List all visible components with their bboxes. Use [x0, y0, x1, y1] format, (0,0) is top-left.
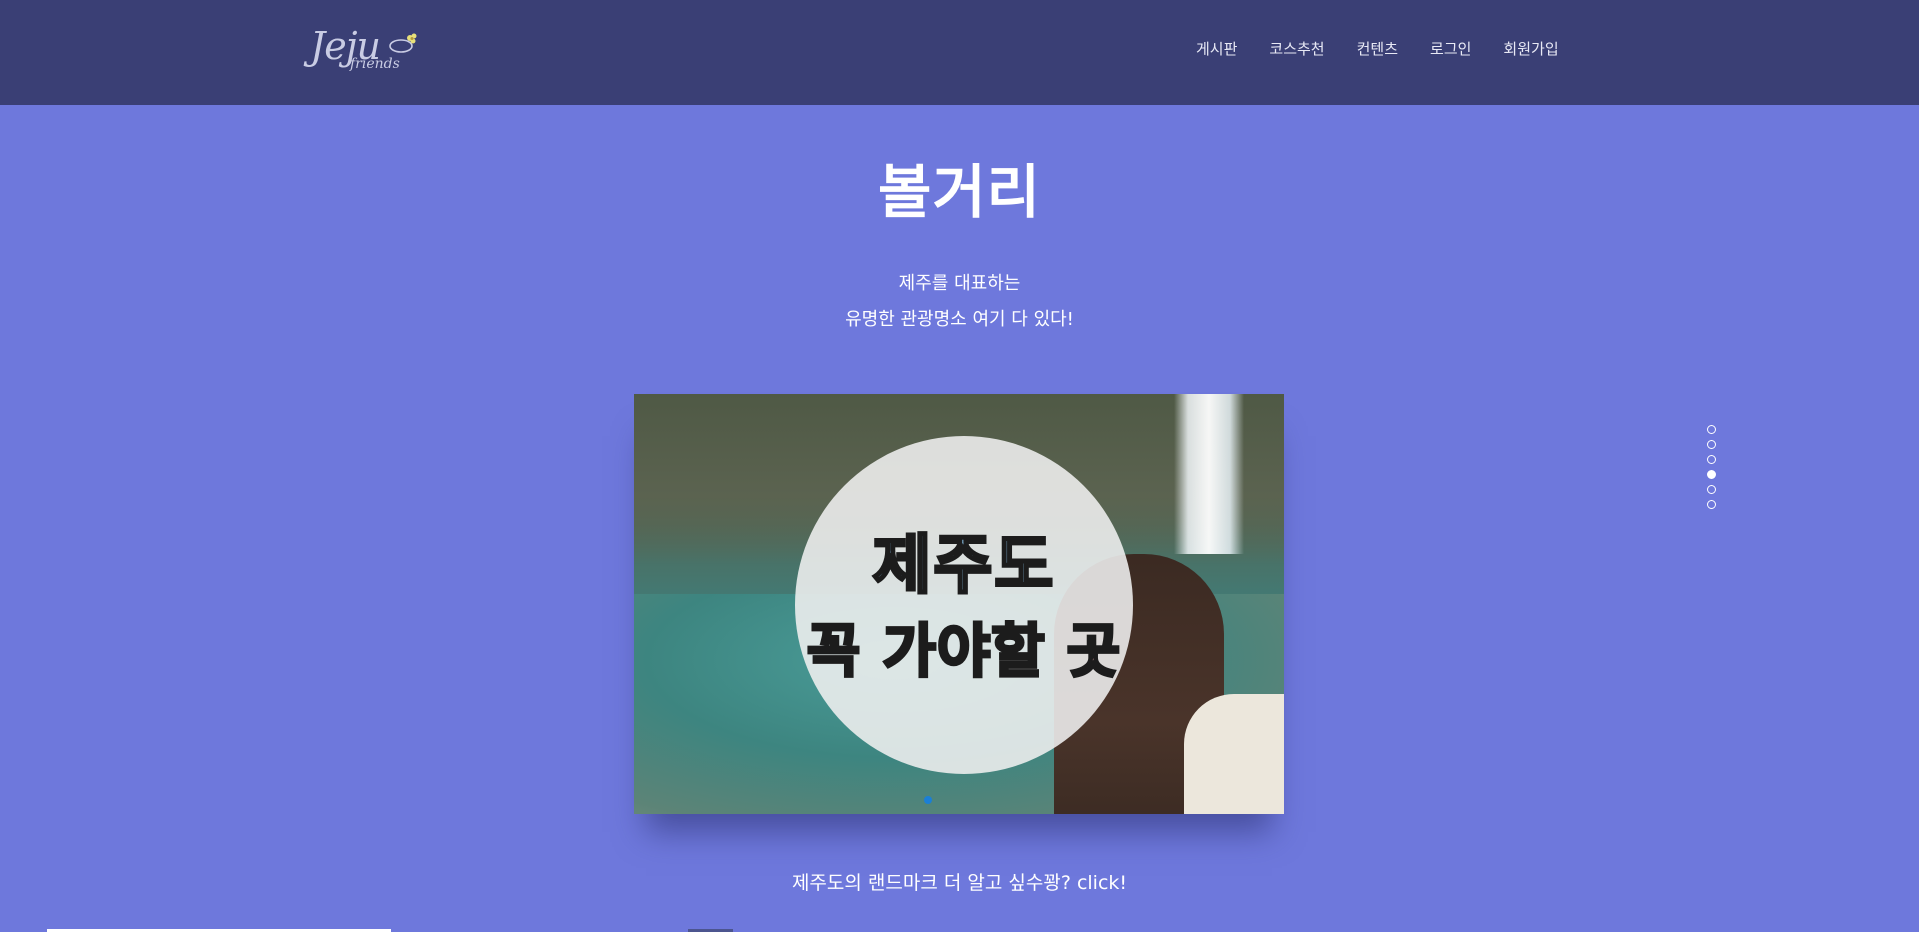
pager-dot-1[interactable]: [1707, 425, 1716, 434]
slide-photo-shirt: [1184, 694, 1284, 814]
pager-dot-4-active[interactable]: [1707, 470, 1716, 479]
nav-course-recommend[interactable]: 코스추천: [1269, 38, 1324, 59]
logo-subtext: friends: [350, 56, 400, 72]
subtitle-line-1: 제주를 대표하는: [898, 273, 1021, 294]
site-logo[interactable]: Jeju friends: [310, 22, 425, 78]
pager-dot-5[interactable]: [1707, 485, 1716, 494]
landmark-link[interactable]: 제주도의 랜드마크 더 알고 싶수꽝? click!: [0, 868, 1919, 895]
subtitle-line-2: 유명한 관광명소 여기 다 있다!: [845, 309, 1074, 330]
nav-contents[interactable]: 컨텐츠: [1357, 38, 1398, 59]
section-title: 볼거리: [877, 158, 1042, 226]
nav-board[interactable]: 게시판: [1196, 38, 1237, 59]
image-slider[interactable]: 제주도 꼭 가야할 곳: [634, 394, 1284, 814]
flower-hat-icon: [389, 33, 417, 53]
nav-login[interactable]: 로그인: [1430, 38, 1471, 59]
slide-photo-waterfall: [1174, 394, 1244, 554]
slider-indicator-dot[interactable]: [924, 796, 932, 804]
pager-dot-6[interactable]: [1707, 500, 1716, 509]
pager-dot-3[interactable]: [1707, 455, 1716, 464]
main-nav: 게시판 코스추천 컨텐츠 로그인 회원가입: [1196, 38, 1559, 59]
pager-dot-2[interactable]: [1707, 440, 1716, 449]
site-header: Jeju friends 게시판 코스추천 컨텐츠 로그인 회원가입: [0, 0, 1919, 105]
section-subtitle: 제주를 대표하는 유명한 관광명소 여기 다 있다!: [0, 266, 1919, 338]
nav-signup[interactable]: 회원가입: [1503, 38, 1558, 59]
slide-subheading: 꼭 가야할 곳: [805, 616, 1122, 687]
slide-heading: 제주도: [871, 528, 1056, 605]
section-pager: [1707, 425, 1717, 515]
